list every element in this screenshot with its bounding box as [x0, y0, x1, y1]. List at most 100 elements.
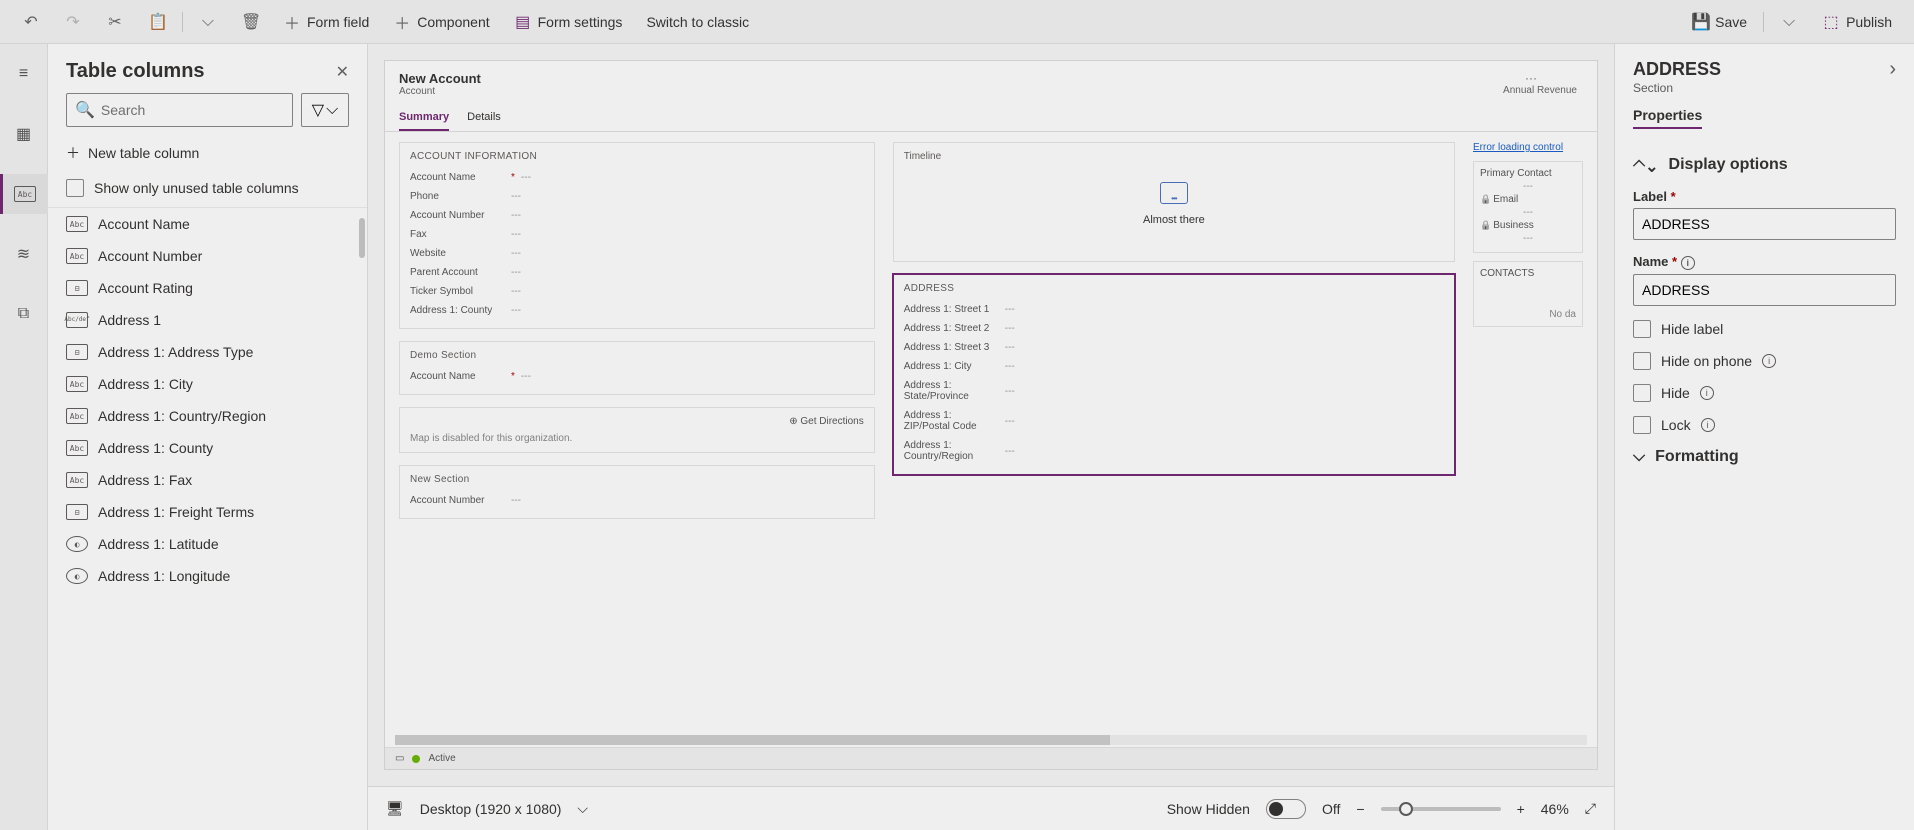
header-ellipsis[interactable]: ··· — [1525, 71, 1537, 85]
form-field[interactable]: Account Number--- — [410, 206, 864, 225]
list-item[interactable]: ⊟Address 1: Address Type — [48, 336, 367, 368]
tab-details[interactable]: Details — [467, 107, 501, 131]
form-field[interactable]: Address 1: State/Province--- — [904, 376, 1444, 406]
show-hidden-toggle[interactable] — [1266, 799, 1306, 819]
list-item[interactable]: AbcAccount Name — [48, 208, 367, 240]
scrollbar-thumb[interactable] — [359, 218, 365, 258]
properties-tab[interactable]: Properties — [1633, 107, 1702, 129]
error-loading-link[interactable]: Error loading control — [1473, 142, 1583, 153]
tab-summary[interactable]: Summary — [399, 107, 449, 131]
form-field[interactable]: Account Number--- — [410, 491, 864, 510]
redo-button[interactable]: ↷ — [52, 0, 94, 44]
section-new[interactable]: New Section Account Number--- — [399, 465, 875, 519]
list-item[interactable]: Abc/defAddress 1 — [48, 304, 367, 336]
publish-button[interactable]: ⬚Publish — [1810, 0, 1904, 44]
form-field[interactable]: Address 1: Street 3--- — [904, 338, 1444, 357]
section-demo[interactable]: Demo Section Account Name*--- — [399, 341, 875, 395]
undo-button[interactable]: ↶ — [10, 0, 52, 44]
search-input-wrap[interactable]: 🔍 — [66, 93, 293, 127]
float-type-icon: ◐ — [66, 568, 88, 584]
info-icon[interactable]: i — [1681, 256, 1695, 270]
delete-button[interactable]: 🗑 — [229, 0, 271, 44]
get-directions-link[interactable]: Get Directions — [800, 416, 863, 427]
rail-tree[interactable]: ⧉ — [0, 294, 48, 334]
status-dot-icon — [412, 755, 420, 763]
form-status-bar: ▭ Active — [385, 747, 1597, 769]
save-dropdown[interactable] — [1768, 0, 1810, 44]
form-field[interactable]: Address 1: ZIP/Postal Code--- — [904, 406, 1444, 436]
list-item[interactable]: AbcAddress 1: Country/Region — [48, 400, 367, 432]
filter-button[interactable]: ▽ — [301, 93, 349, 127]
close-panel-button[interactable]: ✕ — [336, 62, 349, 82]
form-field[interactable]: Address 1: Street 1--- — [904, 300, 1444, 319]
checkbox-icon[interactable] — [66, 179, 84, 197]
zoom-in-button[interactable]: + — [1517, 801, 1525, 817]
rail-hamburger[interactable]: ≡ — [0, 54, 48, 94]
list-item[interactable]: AbcAddress 1: City — [48, 368, 367, 400]
zoom-slider[interactable] — [1381, 807, 1501, 811]
viewport-selector[interactable]: Desktop (1920 x 1080) — [420, 801, 562, 817]
zoom-out-button[interactable]: − — [1356, 801, 1364, 817]
info-icon[interactable]: i — [1701, 418, 1715, 432]
section-map[interactable]: ⊕ Get Directions Map is disabled for thi… — [399, 407, 875, 453]
list-item[interactable]: AbcAddress 1: Fax — [48, 464, 367, 496]
info-icon[interactable]: i — [1762, 354, 1776, 368]
list-item[interactable]: ⊟Account Rating — [48, 272, 367, 304]
form-field[interactable]: Address 1: City--- — [904, 357, 1444, 376]
section-timeline[interactable]: Timeline Almost there — [893, 142, 1455, 262]
primary-contact-card[interactable]: Primary Contact --- Email --- Business -… — [1473, 161, 1583, 253]
form-field[interactable]: Account Name*--- — [410, 168, 864, 187]
form-field[interactable]: Ticker Symbol--- — [410, 282, 864, 301]
form-field[interactable]: Website--- — [410, 244, 864, 263]
rail-columns[interactable]: Abc — [0, 174, 48, 214]
form-field[interactable]: Parent Account--- — [410, 263, 864, 282]
checkbox-icon[interactable] — [1633, 320, 1651, 338]
name-input[interactable] — [1633, 274, 1896, 306]
checkbox-icon[interactable] — [1633, 416, 1651, 434]
collapse-panel-button[interactable] — [1889, 58, 1896, 81]
list-item[interactable]: ◐Address 1: Latitude — [48, 528, 367, 560]
form-field[interactable]: Fax--- — [410, 225, 864, 244]
new-table-column-button[interactable]: ＋ New table column — [48, 137, 367, 169]
fit-screen-button[interactable]: ⤢ — [1585, 800, 1596, 817]
formatting-header[interactable]: ⌵ Formatting — [1633, 448, 1896, 466]
checkbox-icon[interactable] — [1633, 352, 1651, 370]
search-input[interactable] — [101, 102, 284, 118]
canvas-hscroll[interactable] — [395, 735, 1587, 745]
list-item[interactable]: AbcAddress 1: County — [48, 432, 367, 464]
switch-classic-button[interactable]: Switch to classic — [634, 0, 761, 44]
form-field[interactable]: Account Name*--- — [410, 367, 864, 386]
paste-dropdown[interactable] — [187, 0, 229, 44]
hide-checkbox[interactable]: Hidei — [1633, 384, 1896, 402]
save-button[interactable]: 💾Save — [1679, 0, 1759, 44]
label-input[interactable] — [1633, 208, 1896, 240]
item-label: Address 1: Address Type — [98, 344, 253, 360]
rail-components[interactable]: ▦ — [0, 114, 48, 154]
info-icon[interactable]: i — [1700, 386, 1714, 400]
component-button[interactable]: ＋Component — [381, 0, 501, 44]
contacts-card[interactable]: CONTACTS No da — [1473, 261, 1583, 327]
show-unused-checkbox-row[interactable]: Show only unused table columns — [48, 169, 367, 207]
chevron-down-icon[interactable] — [577, 800, 588, 817]
lock-checkbox[interactable]: Locki — [1633, 416, 1896, 434]
form-surface[interactable]: New Account Account ··· Annual Revenue S… — [384, 60, 1598, 770]
form-field[interactable]: Address 1: Street 2--- — [904, 319, 1444, 338]
form-field[interactable]: Address 1: Country/Region--- — [904, 436, 1444, 466]
form-field[interactable]: Phone--- — [410, 187, 864, 206]
form-field-button[interactable]: ＋Form field — [271, 0, 381, 44]
cut-button[interactable]: ✂ — [94, 0, 136, 44]
form-field[interactable]: Address 1: County--- — [410, 301, 864, 320]
section-address[interactable]: ADDRESS Address 1: Street 1--- Address 1… — [893, 274, 1455, 475]
form-settings-button[interactable]: ▤Form settings — [502, 0, 635, 44]
hide-label-checkbox[interactable]: Hide label — [1633, 320, 1896, 338]
list-item[interactable]: ◐Address 1: Longitude — [48, 560, 367, 592]
list-item[interactable]: AbcAccount Number — [48, 240, 367, 272]
chevron-down-icon — [1780, 13, 1798, 31]
display-options-header[interactable]: ⌃ Display options — [1633, 155, 1896, 175]
hide-on-phone-checkbox[interactable]: Hide on phonei — [1633, 352, 1896, 370]
rail-layers[interactable]: ≋ — [0, 234, 48, 274]
paste-button[interactable]: 📋 — [136, 0, 178, 44]
list-item[interactable]: ⊟Address 1: Freight Terms — [48, 496, 367, 528]
checkbox-icon[interactable] — [1633, 384, 1651, 402]
section-account-information[interactable]: ACCOUNT INFORMATION Account Name*--- Pho… — [399, 142, 875, 329]
